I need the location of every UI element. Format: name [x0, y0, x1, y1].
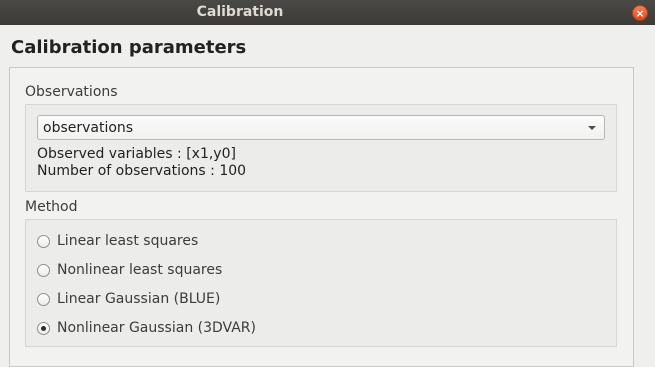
observations-combobox-value: observations [43, 120, 134, 136]
observations-combobox[interactable]: observations [37, 115, 605, 140]
radio-nonlinear-least-squares[interactable]: Nonlinear least squares [37, 261, 222, 279]
page-title: Calibration parameters [11, 37, 247, 58]
close-icon: × [635, 6, 645, 20]
radio-linear-gaussian-blue[interactable]: Linear Gaussian (BLUE) [37, 290, 220, 308]
radio-nonlinear-gaussian-3dvar[interactable]: Nonlinear Gaussian (3DVAR) [37, 319, 256, 337]
title-bar[interactable]: Calibration × [0, 0, 655, 25]
radio-linear-least-squares[interactable]: Linear least squares [37, 232, 198, 250]
chevron-down-icon [588, 126, 596, 130]
method-group-label: Method [25, 199, 78, 215]
radio-label: Linear least squares [57, 233, 199, 249]
radio-button-icon[interactable] [37, 234, 50, 248]
number-of-observations-text: Number of observations : 100 [37, 163, 247, 179]
window-title: Calibration [196, 4, 284, 20]
radio-button-checked-icon[interactable] [37, 321, 50, 335]
observed-variables-text: Observed variables : [x1,y0] [37, 146, 236, 162]
radio-button-icon[interactable] [37, 292, 50, 306]
radio-label: Nonlinear least squares [57, 262, 223, 278]
radio-label: Linear Gaussian (BLUE) [57, 291, 221, 307]
close-button[interactable]: × [632, 5, 648, 21]
observations-group-label: Observations [25, 84, 118, 100]
radio-button-icon[interactable] [37, 263, 50, 277]
radio-label: Nonlinear Gaussian (3DVAR) [57, 320, 256, 336]
